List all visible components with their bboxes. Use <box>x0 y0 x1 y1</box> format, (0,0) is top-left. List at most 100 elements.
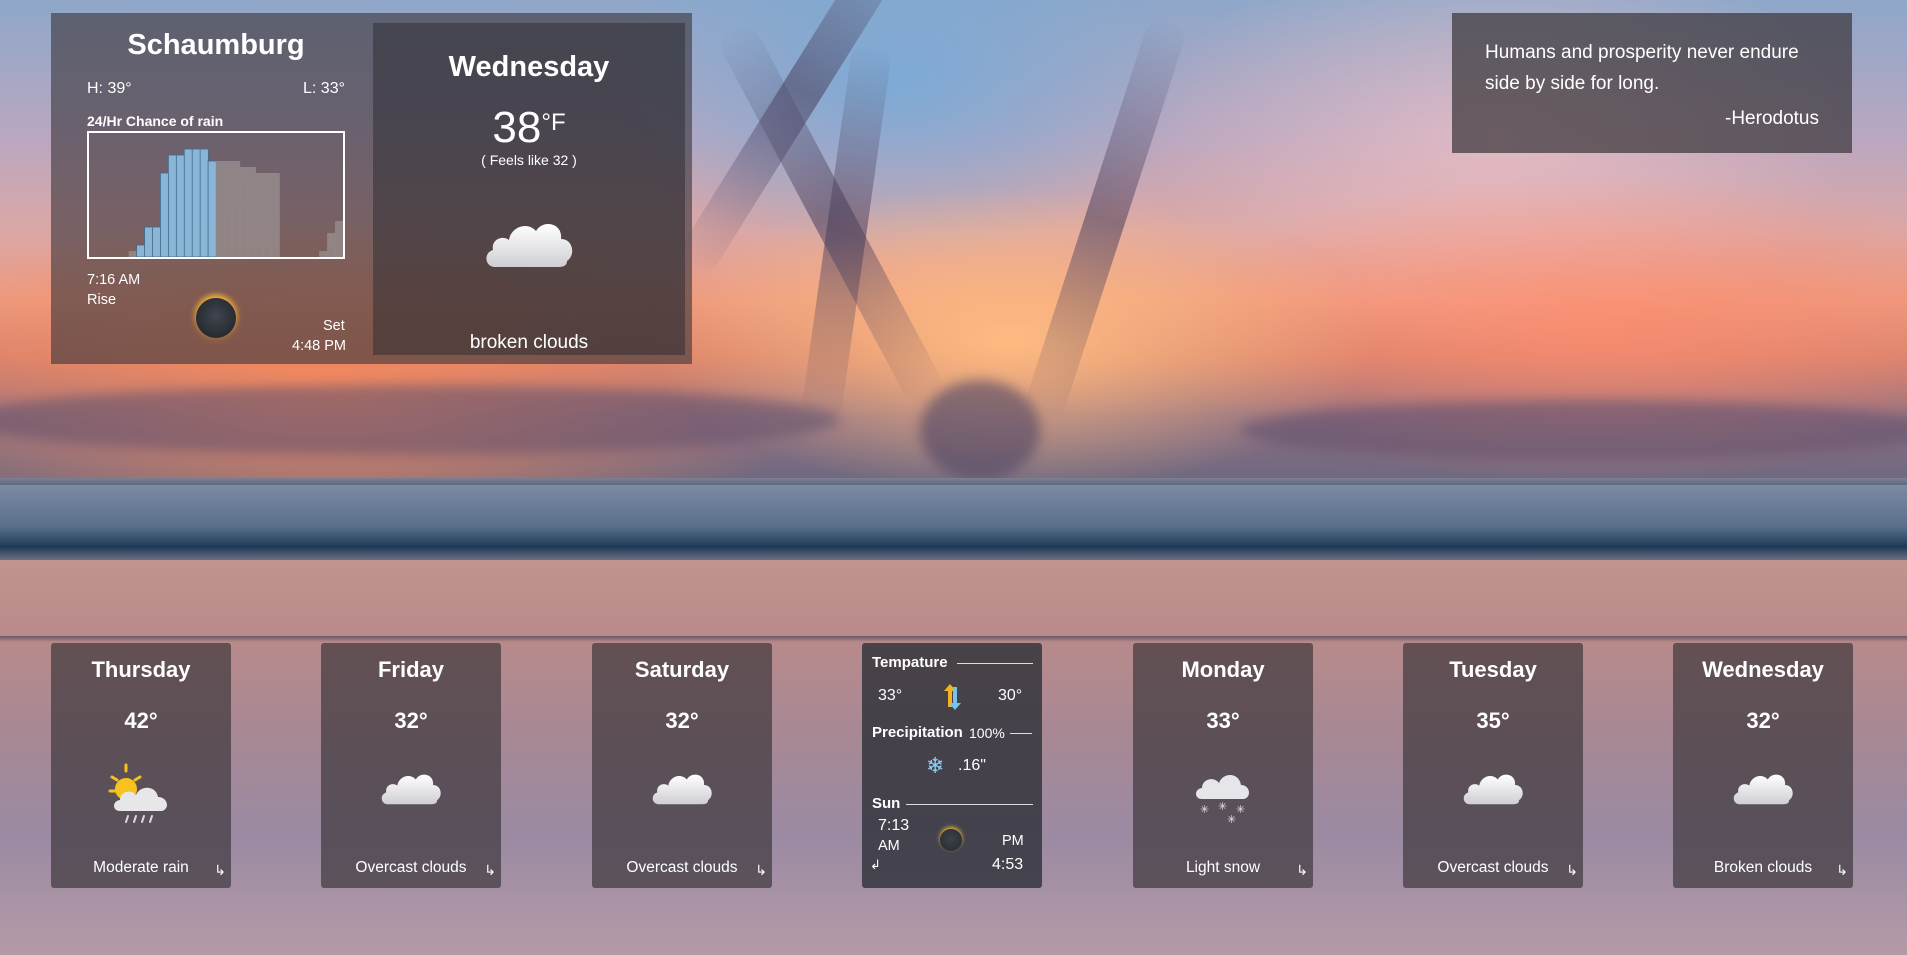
expand-arrow-icon[interactable]: ↳ <box>484 862 496 879</box>
forecast-card-tuesday[interactable]: Tuesday 35° Overcast clouds ↳ <box>1403 643 1583 888</box>
precipitation-amount: .16" <box>958 757 986 774</box>
snowflake-icon: ❄ <box>926 753 945 778</box>
expand-arrow-icon[interactable]: ↳ <box>214 862 226 879</box>
today-temperature: 38°F <box>373 103 685 153</box>
rain-bar <box>247 167 256 257</box>
rain-bar <box>263 173 272 257</box>
expand-arrow-icon[interactable]: ↳ <box>1836 862 1848 879</box>
rain-bar <box>255 173 264 257</box>
today-description: broken clouds <box>469 332 589 353</box>
forecast-day: Friday <box>377 657 445 682</box>
sun-label: Sun <box>872 795 901 812</box>
detail-sunrise-period: AM <box>878 838 900 854</box>
divider <box>906 804 1033 805</box>
cloud-icon <box>1733 774 1793 805</box>
forecast-temp: 32° <box>1746 708 1780 733</box>
rain-bar <box>199 148 209 257</box>
forecast-temp: 35° <box>1476 708 1510 733</box>
day-detail-card: Tempature 33° 30° Precipitation 100% ❄ .… <box>862 643 1042 888</box>
rain-bar <box>335 221 343 257</box>
detail-temp-high: 33° <box>878 687 903 704</box>
cloud-icon <box>486 224 573 267</box>
city-name: Schaumburg <box>127 29 305 61</box>
rain-bar <box>152 226 162 257</box>
rain-bar <box>183 148 193 257</box>
forecast-temp: 33° <box>1206 708 1240 733</box>
cloud-icon <box>1463 774 1523 805</box>
forecast-day: Thursday <box>91 657 191 682</box>
quote-author: -Herodotus <box>1725 108 1819 129</box>
detail-temp-low: 30° <box>998 687 1023 704</box>
precipitation-label: Precipitation <box>872 724 963 741</box>
rain-bar <box>216 161 225 257</box>
forecast-description: Overcast clouds <box>355 859 467 876</box>
forecast-day: Wednesday <box>1702 657 1824 682</box>
rain-bar <box>191 148 201 257</box>
cloud-band <box>0 385 840 455</box>
detail-sunset-period: PM <box>1002 833 1024 849</box>
forecast-temp: 32° <box>394 708 428 733</box>
sun-position-icon <box>940 829 962 851</box>
forecast-temp: 32° <box>665 708 699 733</box>
divider <box>957 663 1033 664</box>
quote-panel: Humans and prosperity never endure side … <box>1452 13 1852 153</box>
rain-bar <box>175 154 185 257</box>
detail-sunrise-time: 7:13 <box>878 817 910 834</box>
today-temp-unit: °F <box>541 109 566 136</box>
forecast-card-friday[interactable]: Friday 32° Overcast clouds ↳ <box>321 643 501 888</box>
expand-arrow-icon[interactable]: ↳ <box>1296 862 1308 879</box>
rain-bar <box>128 251 137 257</box>
sunrise-label: Rise <box>87 292 117 308</box>
forecast-card-thursday[interactable]: Thursday 42° Moderate rain ↳ <box>51 643 231 888</box>
high-temp: H: 39° <box>87 80 132 97</box>
sunrise-arrow-icon: ↲ <box>870 857 881 872</box>
rain-bar <box>160 172 170 257</box>
snow-cloud-icon: ✳ ✳ ✳✳ <box>1196 774 1250 825</box>
sun-position-icon <box>196 298 236 338</box>
rain-bar <box>136 244 146 257</box>
rain-bar <box>327 233 336 257</box>
shoreline <box>0 636 1907 642</box>
sunrise-time: 7:16 AM <box>87 272 141 288</box>
temperature-arrows-icon <box>944 684 961 710</box>
svg-text:✳: ✳ <box>1236 803 1245 816</box>
rain-bar <box>231 161 241 257</box>
expand-arrow-icon[interactable]: ↳ <box>1566 862 1578 879</box>
sea <box>0 485 1907 560</box>
forecast-day: Tuesday <box>1449 657 1537 682</box>
current-weather-panel: Schaumburg H: 39° L: 33° 24/Hr Chance of… <box>51 13 692 364</box>
detail-sunset-time: 4:53 <box>992 856 1024 873</box>
divider <box>1010 733 1032 734</box>
svg-text:✳: ✳ <box>1218 800 1227 813</box>
forecast-day: Saturday <box>634 657 730 682</box>
svg-text:✳: ✳ <box>1200 803 1209 816</box>
forecast-description: Overcast clouds <box>1437 859 1549 876</box>
low-temp: L: 33° <box>303 80 345 97</box>
sunset-label: Set <box>323 318 345 334</box>
forecast-description: Moderate rain <box>93 859 189 876</box>
forecast-card-monday[interactable]: Monday 33° ✳ ✳ ✳ ✳ Light snow ↳ <box>1133 643 1313 888</box>
precipitation-chance: 100% <box>969 725 1005 741</box>
cloud-icon <box>381 774 441 805</box>
rain-bar <box>207 160 217 257</box>
forecast-card-saturday[interactable]: Saturday 32° Overcast clouds ↳ <box>592 643 772 888</box>
sunset-time: 4:48 PM <box>292 338 346 354</box>
rain-chart <box>87 131 345 259</box>
feels-like: ( Feels like 32 ) <box>481 152 577 168</box>
forecast-description: Broken clouds <box>1713 859 1813 876</box>
forecast-day: Monday <box>1181 657 1265 682</box>
expand-arrow-icon[interactable]: ↳ <box>755 862 767 879</box>
forecast-description: Overcast clouds <box>626 859 738 876</box>
rain-bar <box>271 173 280 257</box>
forecast-description: Light snow <box>1185 859 1261 876</box>
temperature-label: Tempature <box>872 654 948 671</box>
svg-text:✳: ✳ <box>1227 813 1236 825</box>
today-temp-value: 38 <box>492 103 542 152</box>
forecast-card-wednesday[interactable]: Wednesday 32° Broken clouds ↳ <box>1673 643 1853 888</box>
cloud-icon <box>652 774 712 805</box>
quote-text: Humans and prosperity never endure side … <box>1485 42 1799 94</box>
rain-bar <box>144 226 154 257</box>
rain-bar <box>319 251 328 257</box>
sun-rain-cloud-icon <box>108 763 167 823</box>
today-day: Wednesday <box>448 51 610 83</box>
